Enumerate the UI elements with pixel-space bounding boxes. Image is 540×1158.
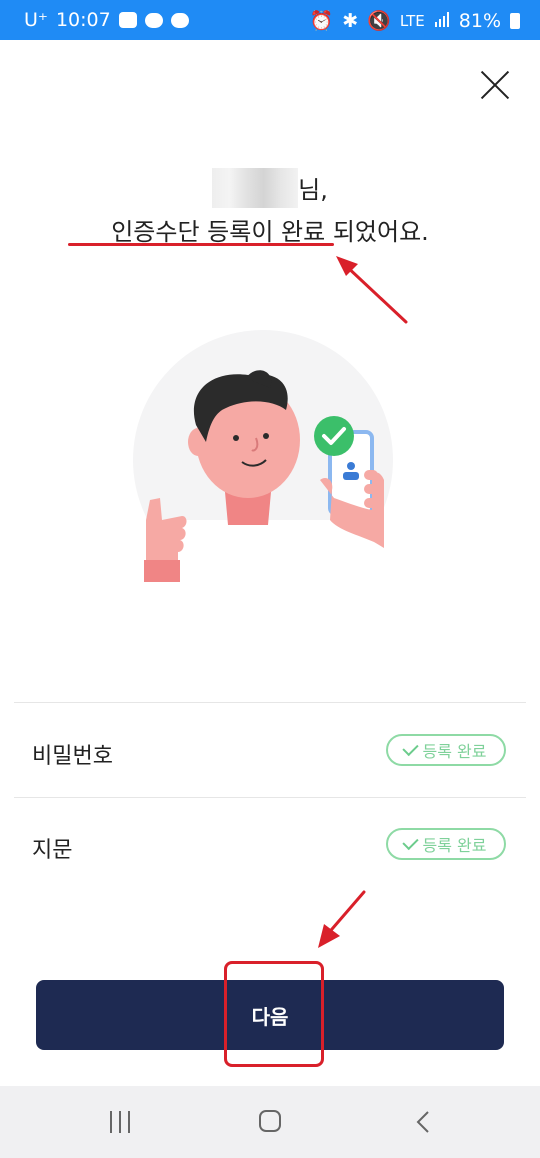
completion-message: 인증수단 등록이 완료 되었어요.: [111, 218, 429, 246]
annotation-arrow: [318, 890, 366, 948]
registration-illustration: [128, 330, 398, 590]
status-badge-label: 등록 완료: [422, 742, 487, 761]
message-icon: [170, 12, 189, 28]
back-icon[interactable]: [412, 1110, 436, 1134]
blurred-user-name: [212, 168, 299, 208]
battery-percent: 81%: [458, 9, 501, 32]
home-icon[interactable]: [259, 1110, 281, 1132]
divider: [14, 702, 526, 703]
navigation-bar: [0, 1086, 540, 1158]
mute-icon: 🔇: [367, 10, 391, 32]
check-icon: [401, 739, 419, 757]
annotation-arrow: [336, 256, 408, 324]
status-badge: 등록 완료: [386, 734, 506, 766]
status-badge-label: 등록 완료: [422, 836, 487, 855]
status-badge: 등록 완료: [386, 828, 506, 860]
greeting-line: 님,: [0, 168, 540, 208]
clock: 10:07: [55, 9, 111, 31]
bluetooth-icon: ✱: [342, 9, 359, 32]
status-bar: U⁺ 10:07 ⏰ ✱ 🔇 LTE 81%: [0, 0, 540, 40]
talk-icon: [144, 12, 163, 28]
battery-icon: [510, 12, 520, 29]
status-left: U⁺ 10:07: [24, 9, 189, 31]
divider: [14, 797, 526, 798]
method-label-password: 비밀번호: [32, 744, 113, 769]
name-suffix: 님,: [298, 176, 328, 204]
signal-icon: [434, 10, 450, 32]
annotation-underline: [68, 243, 334, 246]
check-icon: [401, 833, 419, 851]
lte-icon: LTE: [399, 11, 425, 30]
recent-apps-icon[interactable]: [108, 1111, 134, 1133]
carrier-label: U⁺: [24, 9, 48, 31]
method-label-fingerprint: 지문: [32, 838, 73, 863]
alarm-icon: ⏰: [309, 10, 334, 32]
close-icon[interactable]: [478, 68, 512, 102]
gallery-icon: [118, 12, 137, 28]
status-right: ⏰ ✱ 🔇 LTE 81%: [310, 9, 520, 32]
annotation-box: [224, 961, 324, 1067]
